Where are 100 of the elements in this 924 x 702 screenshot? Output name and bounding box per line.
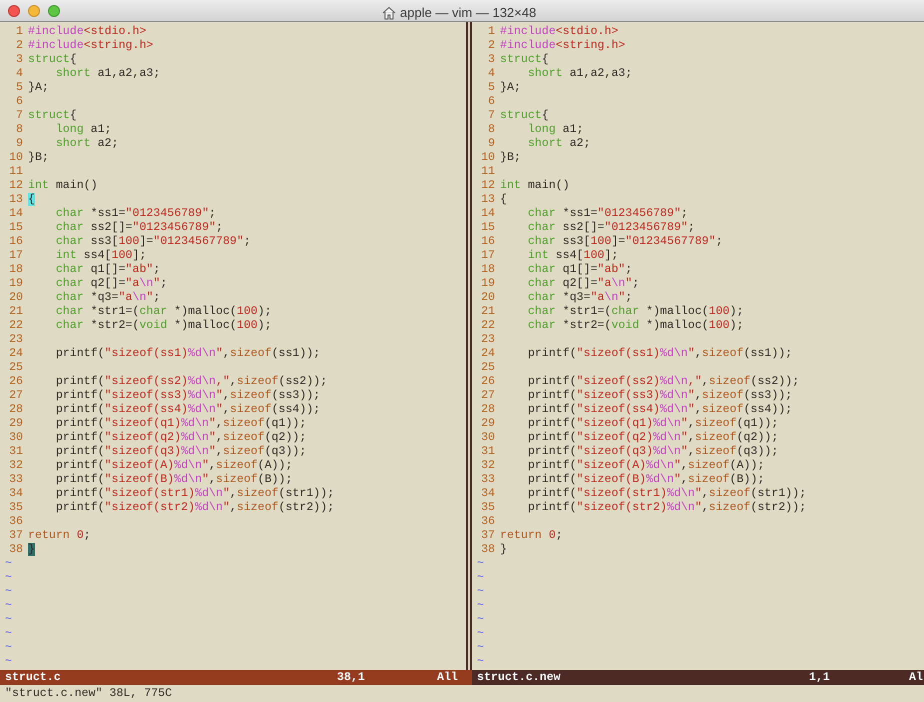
window-title: apple — vim — 132×48 — [400, 4, 536, 22]
line-number: 4 — [487, 67, 496, 81]
code-line: short a2; — [528, 137, 590, 151]
code-line: } — [500, 543, 507, 557]
code-line: printf("sizeof(ss2)%d\n,",sizeof(ss2)); — [528, 375, 800, 389]
code-line: }B; — [500, 151, 521, 165]
code-line: printf("sizeof(str2)%d\n",sizeof(str2)); — [528, 501, 806, 515]
tilde-marker: ~ — [5, 655, 12, 668]
line-number: 7 — [15, 109, 24, 123]
code-line: int ss4[100]; — [528, 249, 618, 263]
line-number: 7 — [487, 109, 496, 123]
line-number: 18 — [8, 263, 24, 277]
tilde-marker: ~ — [5, 599, 12, 612]
code-line: printf("sizeof(A)%d\n",sizeof(A)); — [56, 459, 292, 473]
line-number: 2 — [15, 39, 24, 53]
code-line: char *str1=(char *)malloc(100); — [56, 305, 272, 319]
line-number: 17 — [480, 249, 496, 263]
line-number: 14 — [480, 207, 496, 221]
line-number: 12 — [480, 179, 496, 193]
code-line: struct{ — [500, 53, 549, 67]
line-number: 11 — [480, 165, 496, 179]
line-number: 29 — [480, 417, 496, 431]
code-line: }B; — [28, 151, 49, 165]
line-number: 3 — [487, 53, 496, 67]
tilde-marker: ~ — [5, 571, 12, 584]
code-line: struct{ — [28, 53, 77, 67]
cursor-position: 38,1 — [337, 670, 366, 685]
code-line: #include<string.h> — [500, 39, 626, 53]
code-line: char *str2=(void *)malloc(100); — [56, 319, 272, 333]
code-line: char q1[]="ab"; — [528, 263, 632, 277]
line-number: 24 — [480, 347, 496, 361]
tilde-marker: ~ — [477, 613, 484, 626]
tilde-marker: ~ — [477, 571, 484, 584]
scroll-indicator: All — [437, 670, 458, 685]
code-line: short a2; — [56, 137, 118, 151]
line-number: 18 — [480, 263, 496, 277]
code-line: char *str1=(char *)malloc(100); — [528, 305, 744, 319]
line-number: 12 — [8, 179, 24, 193]
code-line: printf("sizeof(ss3)%d\n",sizeof(ss3)); — [528, 389, 792, 403]
code-line: return 0; — [28, 529, 91, 543]
code-line: { — [500, 193, 507, 207]
line-number: 33 — [480, 473, 496, 487]
tilde-marker: ~ — [477, 641, 484, 654]
line-number: 32 — [480, 459, 496, 473]
scroll-indicator: Al — [909, 670, 923, 685]
line-number: 13 — [480, 193, 496, 207]
code-line: return 0; — [500, 529, 563, 543]
line-number: 4 — [15, 67, 24, 81]
line-number: 5 — [487, 81, 496, 95]
code-line: struct{ — [500, 109, 549, 123]
code-line: printf("sizeof(q2)%d\n",sizeof(q2)); — [528, 431, 778, 445]
line-number: 29 — [8, 417, 24, 431]
code-line: printf("sizeof(ss1)%d\n",sizeof(ss1)); — [56, 347, 320, 361]
line-number: 30 — [8, 431, 24, 445]
line-number: 25 — [480, 361, 496, 375]
file-name: struct.c.new — [477, 670, 562, 685]
close-button[interactable] — [8, 4, 20, 16]
line-number: 9 — [487, 137, 496, 151]
line-number: 28 — [480, 403, 496, 417]
line-number: 1 — [487, 25, 496, 39]
line-number: 19 — [480, 277, 496, 291]
line-number: 19 — [8, 277, 24, 291]
line-number: 23 — [8, 333, 24, 347]
line-number: 22 — [8, 319, 24, 333]
tilde-marker: ~ — [5, 585, 12, 598]
tilde-marker: ~ — [477, 585, 484, 598]
line-number: 26 — [480, 375, 496, 389]
zoom-button[interactable] — [48, 4, 60, 16]
line-number: 22 — [480, 319, 496, 333]
tilde-marker: ~ — [477, 557, 484, 570]
code-line: printf("sizeof(str1)%d\n",sizeof(str1)); — [528, 487, 806, 501]
code-line: printf("sizeof(str2)%d\n",sizeof(str2)); — [56, 501, 334, 515]
line-number: 10 — [8, 151, 24, 165]
code-line: long a1; — [56, 123, 112, 137]
line-number: 15 — [8, 221, 24, 235]
code-line: char *q3="a\n"; — [56, 291, 160, 305]
tilde-marker: ~ — [5, 641, 12, 654]
code-line: char q2[]="a\n"; — [528, 277, 640, 291]
file-name: struct.c — [5, 670, 62, 685]
code-line: long a1; — [528, 123, 584, 137]
line-number: 35 — [8, 501, 24, 515]
tilde-marker: ~ — [5, 627, 12, 640]
line-number: 31 — [8, 445, 24, 459]
code-line: #include<stdio.h> — [28, 25, 146, 39]
line-number: 37 — [480, 529, 496, 543]
line-number: 16 — [8, 235, 24, 249]
line-number: 2 — [487, 39, 496, 53]
line-number: 10 — [480, 151, 496, 165]
code-line: char q1[]="ab"; — [56, 263, 160, 277]
code-line: short a1,a2,a3; — [56, 67, 160, 81]
code-line: printf("sizeof(q3)%d\n",sizeof(q3)); — [528, 445, 778, 459]
minimize-button[interactable] — [28, 4, 40, 16]
line-number: 8 — [487, 123, 496, 137]
line-number: 38 — [480, 543, 496, 557]
code-line: }A; — [500, 81, 521, 95]
code-line: printf("sizeof(ss2)%d\n,",sizeof(ss2)); — [56, 375, 328, 389]
tilde-marker: ~ — [5, 557, 12, 570]
tilde-marker: ~ — [477, 655, 484, 668]
code-line: printf("sizeof(ss4)%d\n",sizeof(ss4)); — [56, 403, 320, 417]
line-number: 21 — [8, 305, 24, 319]
